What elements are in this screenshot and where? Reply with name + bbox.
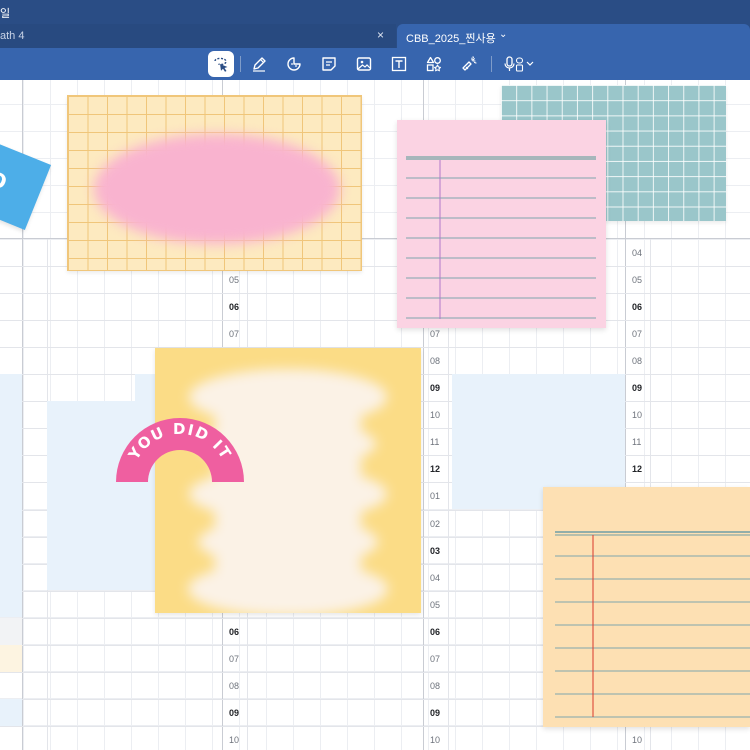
text-tool[interactable] [386, 51, 412, 77]
hour-label: 11 [632, 437, 642, 447]
orange-grid-paper-sticker[interactable] [67, 95, 362, 271]
hour-label: 09 [229, 708, 240, 718]
hour-label: 04 [430, 573, 441, 583]
elements-icon [426, 56, 442, 72]
tab-label: CBB_2025_찐사용 [406, 33, 496, 45]
arch-badge: YOU DID IT [116, 418, 244, 482]
blue-tag-sticker[interactable]: O [0, 144, 52, 230]
hour-label: 09 [632, 383, 643, 393]
toolbar [0, 48, 750, 80]
hour-label: 10 [430, 410, 441, 420]
tab-document-1[interactable]: ath 4 × [0, 24, 396, 48]
lasso-select-tool[interactable] [208, 51, 234, 77]
pen-tool[interactable] [246, 51, 272, 77]
hour-label: 06 [229, 302, 240, 312]
orange-lined-paper-sticker[interactable] [543, 487, 750, 727]
hour-label: 01 [430, 491, 441, 501]
hour-label: 05 [229, 275, 240, 285]
tab-bar: ath 4 × CBB_2025_찐사용 ⌄ [0, 24, 750, 48]
hour-label: 11 [430, 437, 440, 447]
planner-row-line [0, 320, 750, 321]
chevron-down-icon[interactable]: ⌄ [499, 29, 507, 40]
hour-label: 10 [430, 735, 441, 745]
time-block [135, 374, 155, 401]
tab-close-icon[interactable]: × [377, 28, 384, 42]
laser-pointer-tool[interactable] [456, 51, 482, 77]
sticky-note-icon [322, 57, 336, 71]
hour-label: 10 [632, 735, 643, 745]
planner-row-line [0, 293, 750, 294]
hour-label: 12 [632, 464, 643, 474]
hour-label: 05 [430, 600, 441, 610]
hour-label: 03 [430, 546, 441, 556]
hour-label: 06 [632, 302, 643, 312]
hour-label: 07 [430, 329, 441, 339]
pink-lined-paper-sticker[interactable] [397, 120, 606, 328]
window-title: 일 [0, 8, 11, 20]
app-window: 일 ath 4 × CBB_2025_찐사용 ⌄ 05 06 07 06 07 … [0, 0, 750, 750]
hour-label: 07 [229, 654, 240, 664]
image-icon [356, 57, 372, 71]
microphone-icon [504, 56, 534, 72]
time-block [0, 374, 22, 617]
time-block [0, 699, 22, 726]
hour-label: 04 [632, 248, 643, 258]
pink-blob-shape [94, 134, 340, 244]
tab-document-2[interactable]: CBB_2025_찐사용 ⌄ [397, 24, 750, 48]
hour-label: 05 [632, 275, 643, 285]
hour-label: 09 [430, 383, 441, 393]
image-tool[interactable] [351, 51, 377, 77]
toolbar-separator [491, 56, 492, 72]
blue-tag-text: O [0, 165, 11, 195]
hour-label: 06 [430, 627, 441, 637]
you-did-it-arch-sticker[interactable]: YOU DID IT [110, 414, 250, 494]
hour-label: 06 [229, 627, 240, 637]
hour-label: 08 [229, 681, 240, 691]
hour-label: 07 [632, 329, 643, 339]
sticky-note-tool[interactable] [316, 51, 342, 77]
hour-label: 08 [430, 356, 441, 366]
tab-label: ath 4 [0, 30, 25, 42]
pink-paper-lines [406, 156, 596, 319]
text-box-icon [391, 56, 407, 72]
toolbar-separator [240, 56, 241, 72]
hour-label: 07 [430, 654, 441, 664]
hour-label: 08 [430, 681, 441, 691]
orange-paper-lines [555, 531, 750, 718]
hour-label: 10 [632, 410, 643, 420]
time-block [0, 645, 22, 672]
hour-label: 12 [430, 464, 441, 474]
hour-label: 02 [430, 519, 441, 529]
hour-label: 10 [229, 735, 240, 745]
shape-sticker-icon [287, 57, 301, 71]
planner-canvas[interactable]: 0405060708091011120102030405060708091004… [0, 80, 750, 750]
microphone-tool[interactable] [500, 51, 540, 77]
hour-label: 09 [430, 708, 441, 718]
hour-label: 08 [632, 356, 643, 366]
time-block [0, 618, 22, 645]
laser-pointer-icon [462, 56, 477, 71]
hour-label: 07 [229, 329, 240, 339]
shape-tool[interactable] [281, 51, 307, 77]
lasso-icon [214, 57, 228, 72]
title-bar: 일 [0, 0, 750, 24]
elements-tool[interactable] [421, 51, 447, 77]
pen-icon [253, 57, 266, 72]
